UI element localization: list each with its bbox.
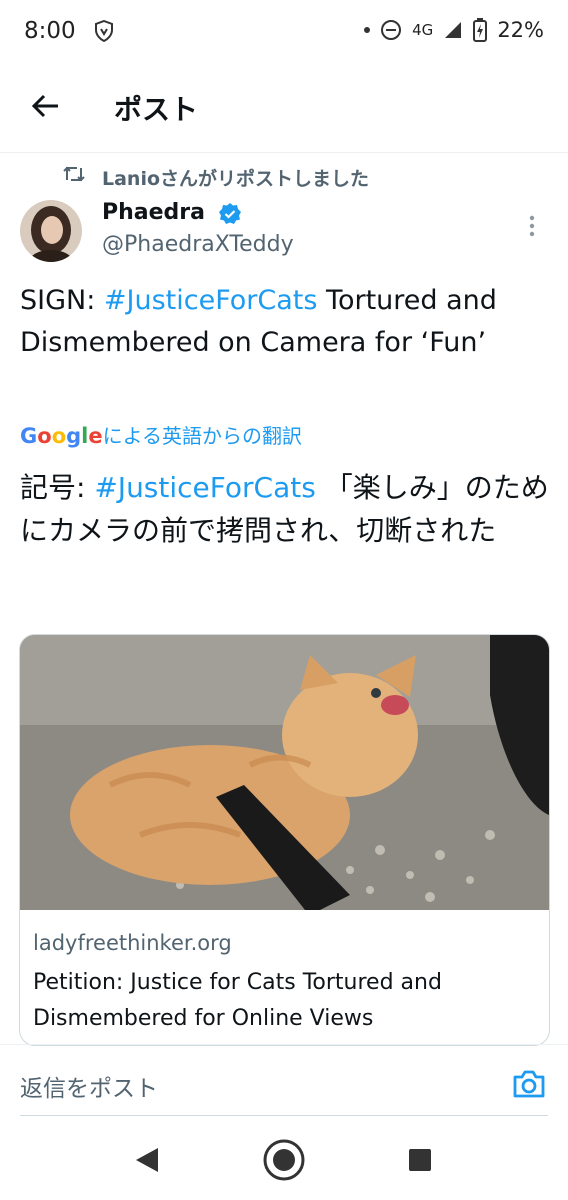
network-type: 4G [412, 21, 434, 39]
reply-divider [20, 1115, 548, 1116]
verified-badge-icon [219, 203, 241, 224]
repost-icon [63, 166, 85, 182]
avatar[interactable] [20, 200, 82, 262]
translated-text: 記号: #JusticeForCats 「楽しみ」のためにカメラの前で拷問され、… [20, 466, 550, 552]
google-logo: Google [20, 424, 103, 448]
translation-attribution[interactable]: Googleによる英語からの翻訳 [20, 420, 302, 449]
status-time: 8:00 [24, 18, 76, 44]
page-title: ポスト [114, 93, 199, 126]
author-name[interactable]: Phaedra [102, 200, 205, 225]
battery-level: 22% [497, 18, 544, 42]
more-vertical-icon[interactable] [528, 214, 536, 238]
hashtag-link[interactable]: #JusticeForCats [104, 285, 318, 316]
notification-dot-icon [364, 27, 371, 33]
signal-icon [445, 22, 462, 38]
nav-back-icon[interactable] [134, 1146, 160, 1174]
camera-icon[interactable] [512, 1069, 546, 1099]
nav-home-icon[interactable] [262, 1138, 306, 1182]
link-card-image [20, 635, 549, 910]
translated-hashtag-link[interactable]: #JusticeForCats [94, 471, 315, 504]
post-text: SIGN: #JusticeForCats Tortured and Disme… [20, 280, 550, 364]
shield-icon [95, 20, 113, 42]
repost-attribution[interactable]: Lanioさんがリポストしました [102, 164, 369, 191]
reply-input[interactable]: 返信をポスト [20, 1069, 158, 1103]
author-handle[interactable]: @PhaedraXTeddy [102, 232, 294, 257]
post-text-prefix: SIGN: [20, 285, 104, 316]
nav-recents-icon[interactable] [408, 1148, 432, 1172]
reply-bar: 返信をポスト [0, 1044, 568, 1117]
link-card-title: Petition: Justice for Cats Tortured and … [33, 970, 442, 1031]
top-app-bar: ポスト [0, 66, 568, 153]
system-nav-bar [0, 1118, 568, 1200]
status-indicators: 4G 22% [364, 18, 544, 42]
link-card-domain: ladyfreethinker.org [33, 931, 232, 955]
arrow-left-icon[interactable] [28, 88, 64, 124]
translated-prefix: 記号: [20, 471, 95, 504]
link-card[interactable]: ladyfreethinker.org Petition: Justice fo… [19, 634, 550, 1046]
status-bar: 8:00 4G 22% [0, 0, 568, 66]
do-not-disturb-icon [381, 20, 402, 40]
translation-label: による英語からの翻訳 [102, 424, 303, 448]
battery-icon [473, 18, 488, 42]
